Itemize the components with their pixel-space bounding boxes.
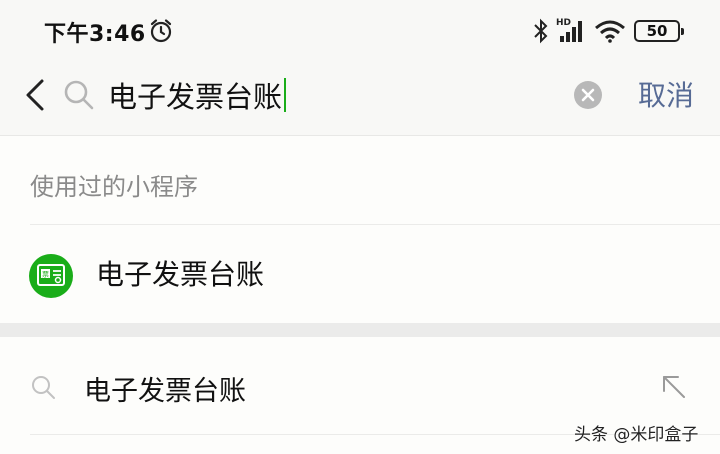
invoice-ticket-icon: 票: [29, 254, 73, 298]
wifi-icon: [595, 20, 625, 43]
mini-program-item[interactable]: 票 电子发票台账: [0, 225, 720, 323]
cancel-button[interactable]: 取消: [638, 74, 694, 114]
alarm-clock-icon: [150, 19, 172, 43]
status-time: 下午3:46: [44, 22, 146, 47]
status-bar: 下午3:46 HD 50: [0, 0, 720, 60]
search-bar: 电子发票台账 取消: [0, 60, 720, 136]
fill-query-arrow-icon[interactable]: [660, 373, 688, 401]
suggestion-text: 电子发票台账: [84, 376, 246, 407]
section-separator: [0, 323, 720, 337]
bluetooth-icon: [534, 18, 548, 44]
back-chevron-icon[interactable]: [22, 77, 48, 113]
section-title: 使用过的小程序: [30, 173, 198, 201]
network-type-label: HD: [556, 18, 571, 28]
text-caret: [284, 78, 287, 112]
search-icon: [64, 80, 94, 110]
search-input[interactable]: 电子发票台账: [108, 72, 287, 118]
clear-input-icon[interactable]: [573, 80, 603, 110]
watermark: 头条 @米印盒子: [574, 425, 699, 445]
suggestion-search-icon: [32, 376, 55, 399]
cellular-signal-icon: HD: [556, 18, 582, 42]
recent-mini-programs-header: 使用过的小程序: [0, 137, 720, 225]
mini-program-name: 电子发票台账: [96, 258, 265, 291]
search-query-text: 电子发票台账: [108, 80, 283, 114]
icon-glyph: 票: [42, 271, 49, 279]
battery-indicator: 50: [634, 20, 684, 42]
